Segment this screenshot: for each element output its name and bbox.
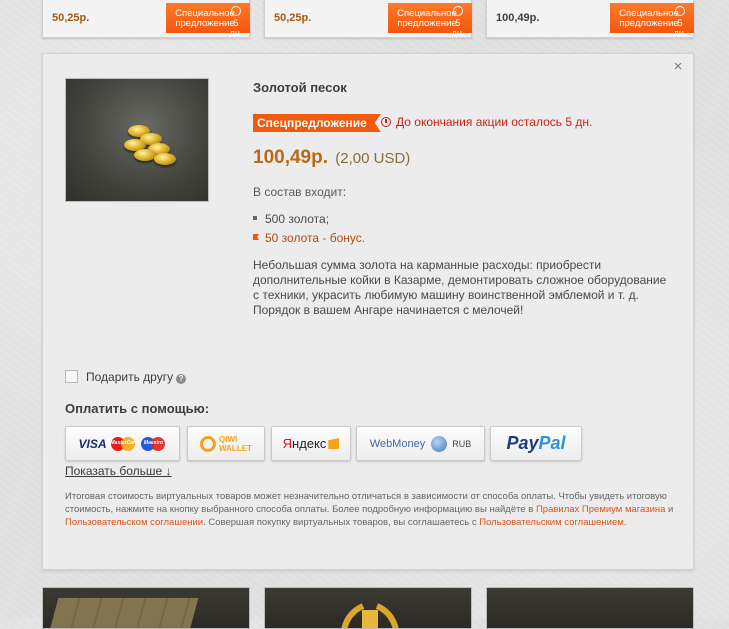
webmoney-logo: WebMoney bbox=[369, 437, 426, 450]
price-rub: 100,49р. bbox=[253, 147, 328, 168]
paypal-text: Pay bbox=[506, 433, 539, 453]
payment-label: Оплатить с помощью: bbox=[65, 401, 210, 416]
qiwi-text: QIWI bbox=[219, 434, 238, 444]
product-description: Небольшая сумма золота на карманные расх… bbox=[253, 258, 667, 317]
globe-icon bbox=[431, 435, 448, 452]
disclaimer-text: и bbox=[665, 504, 674, 515]
product-title: Золотой песок bbox=[253, 80, 347, 95]
pay-qiwi-button[interactable]: QIWI WALLET bbox=[187, 426, 265, 461]
gold-coin bbox=[154, 153, 176, 165]
list-item-text: 50 золота - бонус. bbox=[265, 231, 366, 245]
bullet-icon bbox=[253, 216, 257, 220]
yandex-wallet-icon bbox=[328, 438, 340, 449]
product-detail-panel: × Золотой песок Спецпредложение До оконч… bbox=[42, 53, 694, 570]
special-offer-badge: Спецпредложение bbox=[253, 114, 381, 132]
yandex-text: ндекс bbox=[292, 436, 327, 451]
price-usd: (2,00 USD) bbox=[335, 150, 411, 167]
top-card-2[interactable]: 50,25р. Специальное предложение 5 дн. bbox=[264, 0, 472, 38]
bottom-card-3[interactable] bbox=[486, 587, 694, 629]
pay-yandex-button[interactable]: Яндекс bbox=[271, 426, 351, 461]
gold-coin bbox=[134, 149, 156, 161]
arrow-down-icon: ↓ bbox=[165, 464, 172, 478]
list-item-text: 500 золота; bbox=[265, 212, 330, 226]
paypal-text: Pal bbox=[538, 433, 566, 453]
gift-checkbox[interactable] bbox=[65, 370, 78, 383]
disclaimer: Итоговая стоимость виртуальных товаров м… bbox=[65, 490, 679, 529]
qiwi-logo: QIWI WALLET bbox=[219, 435, 252, 453]
clock-icon bbox=[381, 117, 391, 127]
gift-option[interactable]: Подарить другу? bbox=[65, 370, 187, 384]
special-offer-badge: Специальное предложение 5 дн. bbox=[388, 3, 472, 38]
badge-timer: 5 дн. bbox=[229, 18, 243, 38]
qiwi-text: WALLET bbox=[219, 443, 252, 453]
special-offer-badge: Специальное предложение 5 дн. bbox=[610, 3, 694, 38]
user-agreement-link[interactable]: Пользовательским соглашением bbox=[479, 517, 624, 528]
offer-countdown: До окончания акции осталось 5 дн. bbox=[381, 115, 592, 129]
paypal-logo: PayPal bbox=[506, 433, 565, 454]
user-agreement-link[interactable]: Пользовательском соглашении bbox=[65, 517, 203, 528]
pay-webmoney-button[interactable]: WebMoney RUB bbox=[356, 426, 485, 461]
countdown-text: До окончания акции осталось 5 дн. bbox=[396, 115, 593, 129]
card-price: 100,49р. bbox=[496, 12, 540, 24]
visa-logo: VISA bbox=[78, 436, 107, 451]
disclaimer-text: . bbox=[623, 517, 627, 528]
currency-label: RUB bbox=[452, 438, 472, 449]
top-card-1[interactable]: 50,25р. Специальное предложение 5 дн. bbox=[42, 0, 250, 38]
clock-icon bbox=[453, 6, 463, 16]
show-more-link[interactable]: Показать больше ↓ bbox=[65, 464, 172, 478]
maestro-text: Maestro bbox=[143, 439, 164, 446]
disclaimer-text: . Совершая покупку виртуальных товаров, … bbox=[203, 517, 480, 528]
card-price: 50,25р. bbox=[274, 12, 312, 24]
bonus-flag-icon bbox=[253, 234, 259, 240]
yandex-first-letter: Я bbox=[282, 436, 293, 451]
laurel-emblem-image bbox=[341, 603, 399, 628]
store-rules-link[interactable]: Правилах Премиум магазина bbox=[536, 504, 665, 515]
gift-label: Подарить другу bbox=[86, 370, 174, 384]
badge-timer: 5 дн. bbox=[451, 18, 465, 38]
card-price: 50,25р. bbox=[52, 12, 90, 24]
yandex-logo: Яндекс bbox=[283, 436, 327, 451]
show-more-text: Показать больше bbox=[65, 464, 163, 478]
product-price: 100,49р. (2,00 USD) bbox=[253, 147, 410, 169]
top-card-3[interactable]: 100,49р. Специальное предложение 5 дн. bbox=[486, 0, 694, 38]
list-item-bonus: 50 золота - бонус. bbox=[253, 231, 365, 245]
bottom-card-1[interactable] bbox=[42, 587, 250, 629]
badge-text: предложение bbox=[397, 18, 457, 29]
mastercard-text: MasterCard bbox=[110, 439, 139, 446]
badge-timer: 5 дн. bbox=[673, 18, 687, 38]
special-offer-badge: Специальное предложение 5 дн. bbox=[166, 3, 250, 38]
pay-visa-mastercard-button[interactable]: VISA MasterCard Maestro bbox=[65, 426, 180, 461]
qiwi-icon bbox=[200, 435, 217, 452]
bottom-card-2[interactable] bbox=[264, 587, 472, 629]
includes-label: В состав входит: bbox=[253, 185, 347, 199]
clock-icon bbox=[231, 6, 241, 16]
maestro-logo: Maestro bbox=[140, 436, 167, 451]
mastercard-logo: MasterCard bbox=[110, 436, 139, 451]
help-icon[interactable]: ? bbox=[176, 374, 187, 384]
clock-icon bbox=[675, 6, 685, 16]
badge-text: предложение bbox=[175, 18, 235, 29]
pay-paypal-button[interactable]: PayPal bbox=[490, 426, 582, 461]
badge-text: предложение bbox=[619, 18, 679, 29]
close-icon[interactable]: × bbox=[672, 59, 684, 74]
crate-image bbox=[47, 598, 199, 628]
list-item: 500 золота; bbox=[253, 212, 329, 226]
product-image bbox=[65, 78, 209, 202]
